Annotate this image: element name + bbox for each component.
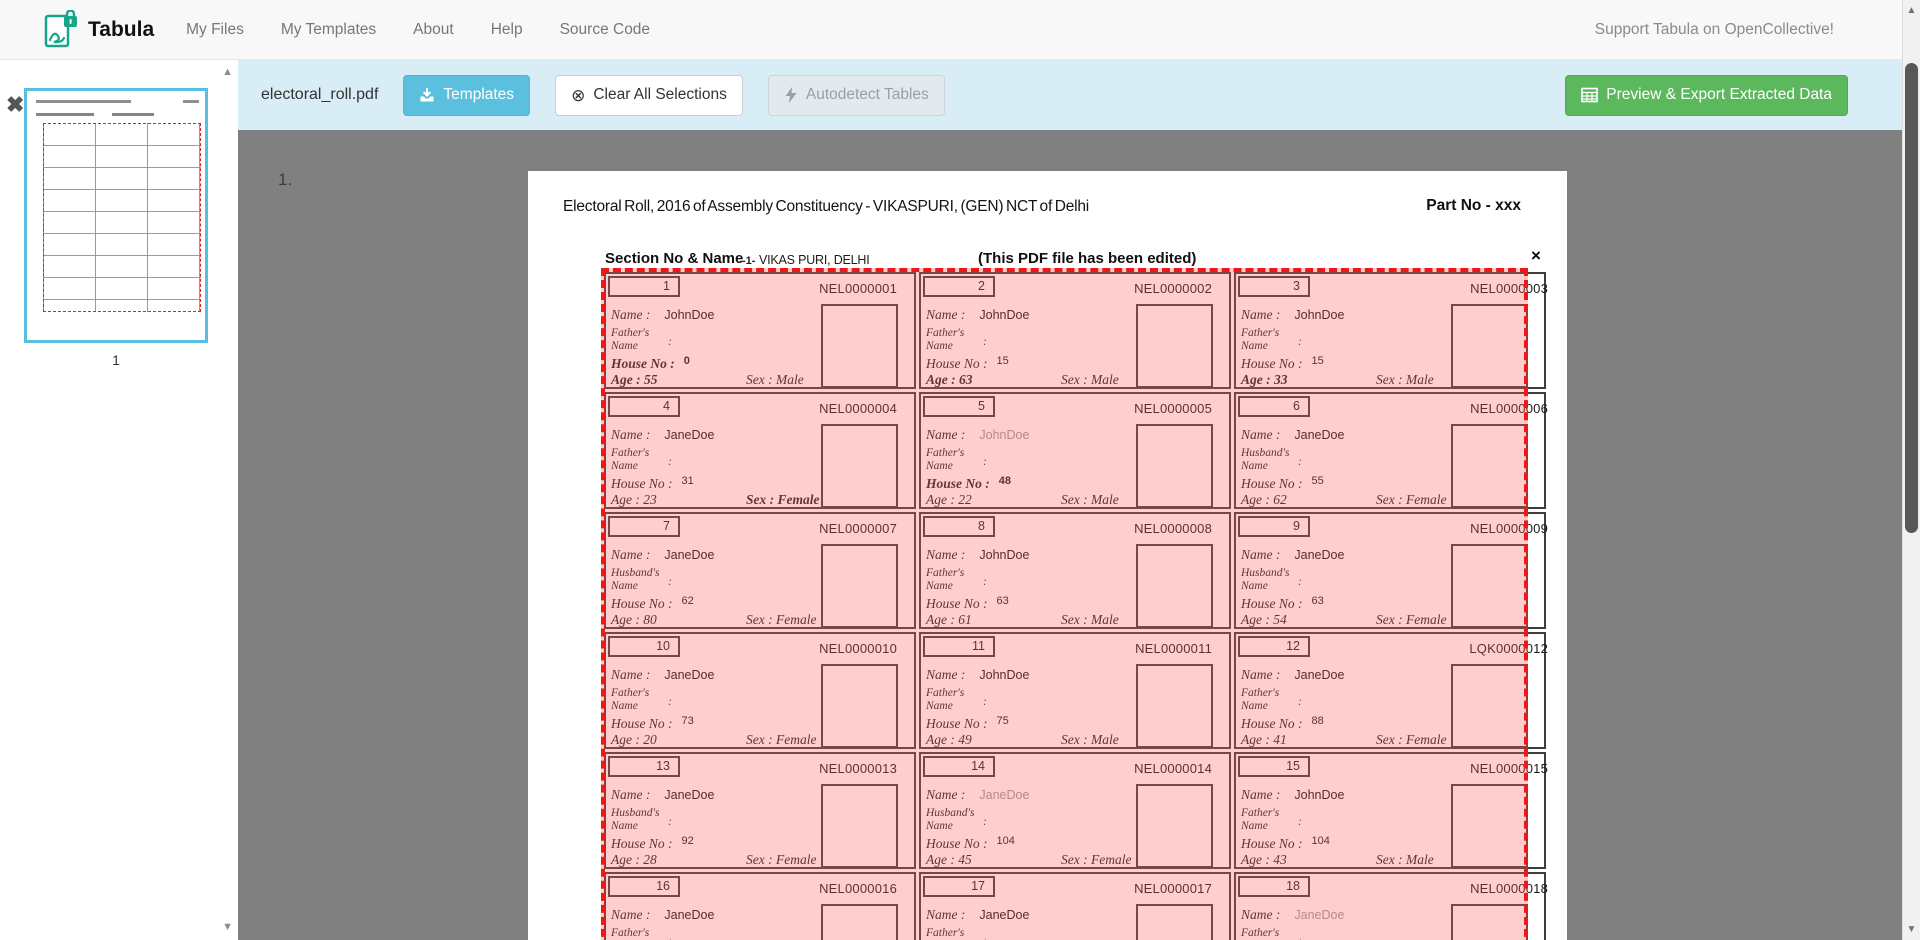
page-thumbnail[interactable]	[24, 88, 208, 343]
thumbnail-selection-region	[43, 123, 201, 312]
section-number: -1-	[742, 255, 755, 267]
templates-icon	[419, 87, 435, 103]
page-thumbnail-sidebar: ✖ 1 ▲ ▼	[0, 60, 238, 940]
toolbar: electoral_roll.pdf Templates ⊗ Clear All…	[238, 60, 1920, 130]
window-scrollbar[interactable]: ▲ ▼	[1902, 0, 1920, 940]
nav-source-code[interactable]: Source Code	[560, 21, 650, 39]
pdf-part-number: Part No - xxx	[1426, 197, 1521, 215]
nav-my-templates[interactable]: My Templates	[281, 21, 376, 39]
document-filename: electoral_roll.pdf	[261, 86, 378, 104]
export-button-label: Preview & Export Extracted Data	[1606, 86, 1832, 104]
support-link[interactable]: Support Tabula on OpenCollective!	[1595, 21, 1834, 39]
section-name: VIKAS PURI, DELHI	[759, 253, 870, 267]
section-label: Section No & Name	[605, 250, 743, 267]
lightning-bolt-icon	[784, 87, 798, 103]
templates-button[interactable]: Templates	[403, 75, 530, 116]
main-nav: My Files My Templates About Help Source …	[186, 21, 650, 39]
preview-export-button[interactable]: Preview & Export Extracted Data	[1565, 75, 1848, 116]
pdf-edited-note: (This PDF file has been edited)	[978, 250, 1196, 267]
thumbnail-page-preview	[34, 97, 202, 334]
clear-all-selections-button[interactable]: ⊗ Clear All Selections	[555, 75, 743, 116]
scrollbar-thumb[interactable]	[1905, 63, 1918, 533]
page-number-label: 1.	[278, 170, 292, 190]
selection-close-button[interactable]: ×	[1531, 247, 1541, 264]
clear-circle-x-icon: ⊗	[571, 87, 585, 104]
tabula-logo-icon	[44, 10, 78, 50]
sidebar-scroll-down-icon[interactable]: ▼	[222, 921, 233, 933]
table-selection[interactable]	[601, 268, 1528, 940]
nav-help[interactable]: Help	[491, 21, 523, 39]
autodetect-tables-button[interactable]: Autodetect Tables	[768, 75, 945, 116]
remove-page-button[interactable]: ✖	[6, 94, 24, 116]
nav-my-files[interactable]: My Files	[186, 21, 244, 39]
scrollbar-down-icon[interactable]: ▼	[1903, 924, 1920, 935]
scrollbar-up-icon[interactable]: ▲	[1903, 5, 1920, 16]
brand[interactable]: Tabula	[44, 10, 154, 50]
pdf-page[interactable]: Electoral Roll, 2016 of Assembly Constit…	[528, 171, 1567, 940]
templates-button-label: Templates	[443, 86, 514, 104]
clear-button-label: Clear All Selections	[593, 86, 727, 104]
brand-title: Tabula	[88, 18, 154, 42]
sidebar-scroll-up-icon[interactable]: ▲	[222, 66, 233, 78]
pdf-viewer-area: 1. Electoral Roll, 2016 of Assembly Cons…	[238, 130, 1920, 940]
thumbnail-page-number: 1	[24, 352, 208, 368]
navbar: Tabula My Files My Templates About Help …	[0, 0, 1920, 60]
autodetect-button-label: Autodetect Tables	[806, 86, 929, 104]
nav-about[interactable]: About	[413, 21, 454, 39]
pdf-document-title: Electoral Roll, 2016 of Assembly Constit…	[563, 198, 1089, 216]
table-icon	[1581, 87, 1598, 103]
